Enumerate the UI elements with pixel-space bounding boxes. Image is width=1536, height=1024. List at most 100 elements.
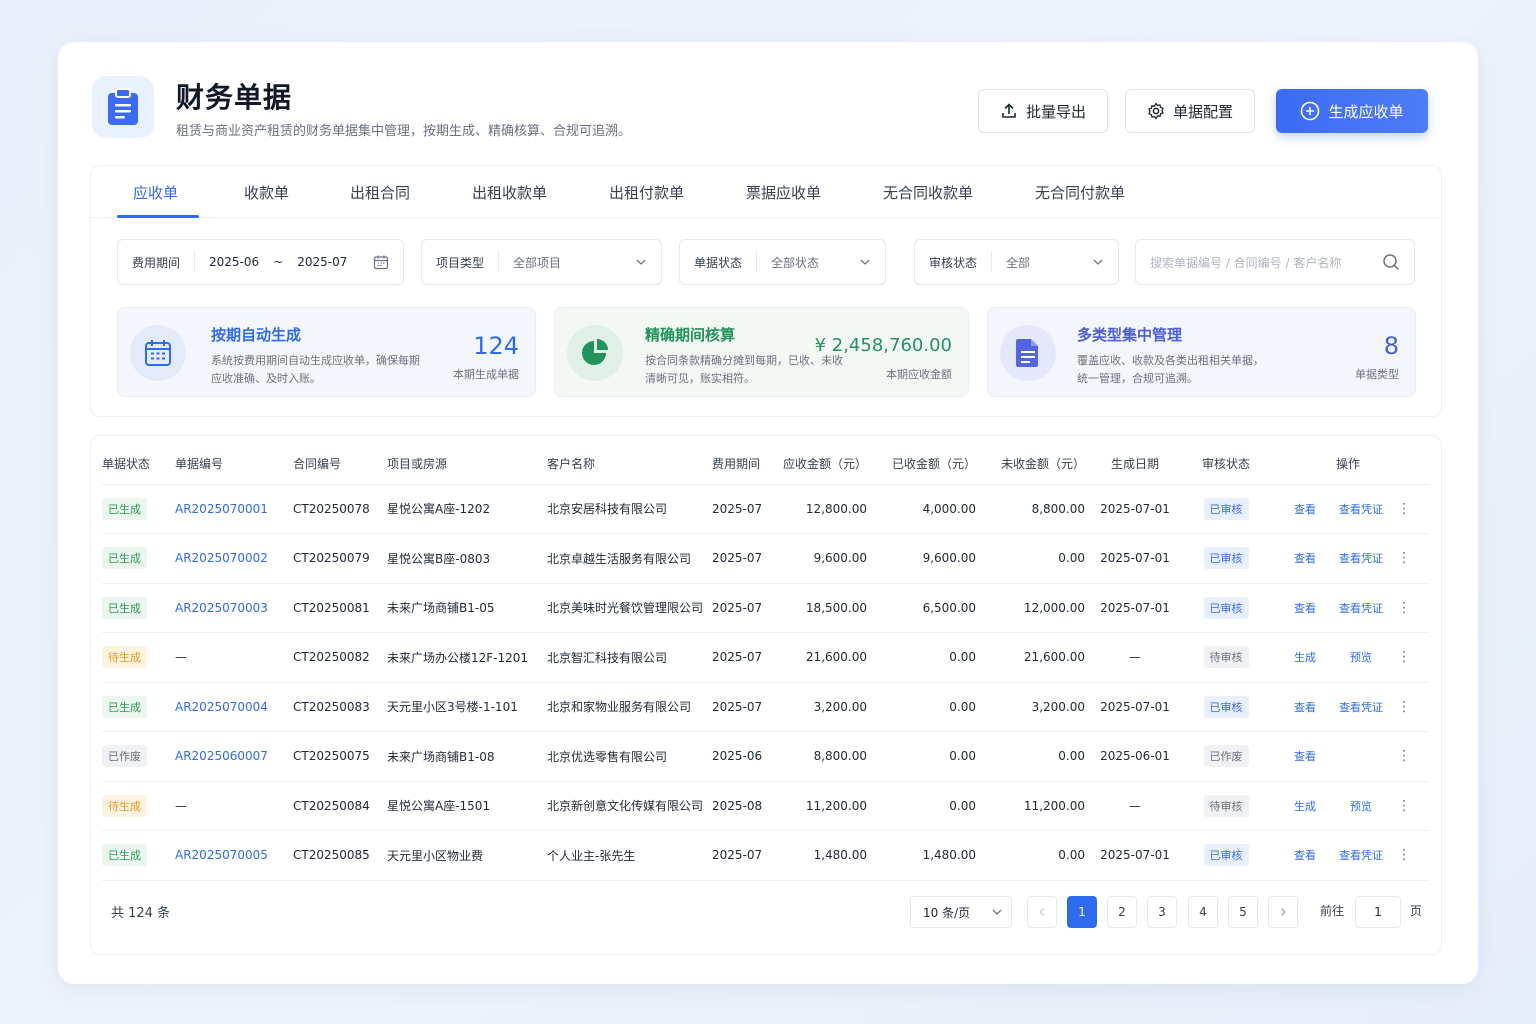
document-config-button[interactable]: 单据配置: [1125, 89, 1255, 133]
stat-desc-line: 覆盖应收、收款及各类出租相关单据，: [1077, 354, 1264, 367]
col-header: 项目或房源: [387, 444, 547, 485]
page-title: 财务单据: [176, 81, 293, 114]
stat-title: 精确期间核算: [645, 326, 736, 344]
project-type-select[interactable]: 项目类型 全部项目: [421, 239, 662, 285]
action-primary[interactable]: 查看: [1277, 600, 1333, 616]
receivable-table: 单据状态 单据编号 合同编号 项目或房源 客户名称 费用期间 应收金额（元） 已…: [102, 444, 1429, 881]
period-start[interactable]: 2025-06: [195, 255, 259, 269]
tab-lease-payment[interactable]: 出租付款单: [609, 182, 684, 203]
page-button[interactable]: 5: [1228, 896, 1258, 928]
action-secondary[interactable]: 查看凭证: [1333, 699, 1389, 715]
search-input[interactable]: 搜索单据编号 / 合同编号 / 客户名称: [1135, 239, 1415, 285]
more-options-icon[interactable]: ⋮: [1389, 699, 1419, 715]
document-number[interactable]: AR2025070003: [175, 601, 268, 615]
tab-no-contract-receipt[interactable]: 无合同收款单: [883, 182, 973, 203]
audit-status-value: 全部: [1006, 255, 1031, 270]
table-row[interactable]: 已生成 AR2025070003 CT20250081 未来广场商铺B1-05 北京美味…: [102, 583, 1429, 633]
action-primary[interactable]: 查看: [1277, 847, 1333, 863]
row-actions: 生成 预览 ⋮: [1267, 781, 1429, 831]
tab-lease-receipt[interactable]: 出租收款单: [472, 182, 547, 203]
action-primary[interactable]: 查看: [1277, 699, 1333, 715]
page-button[interactable]: 1: [1067, 896, 1097, 928]
tab-lease-contract[interactable]: 出租合同: [350, 182, 410, 203]
more-options-icon[interactable]: ⋮: [1389, 550, 1419, 566]
stat-desc: 系统按费用期间自动生成应收单，确保每期 应收准确、及时入账。: [211, 352, 420, 388]
table-row[interactable]: 已生成 AR2025070001 CT20250078 星悦公寓A座-1202 北京安居…: [102, 484, 1429, 534]
prev-page-button[interactable]: [1027, 896, 1057, 928]
contract-number: CT20250083: [293, 682, 387, 732]
page-size-select[interactable]: 10 条/页: [910, 896, 1012, 928]
search-icon[interactable]: [1382, 253, 1400, 271]
amount-unpaid: 12,000.00: [976, 583, 1085, 633]
tab-bar: 应收单 收款单 出租合同 出租收款单 出租付款单 票据应收单 无合同收款单 无合…: [91, 166, 1441, 218]
amount-unpaid: 0.00: [976, 731, 1085, 782]
action-secondary[interactable]: 查看凭证: [1333, 847, 1389, 863]
table-row[interactable]: 待生成 — CT20250082 未来广场办公楼12F-1201 北京智汇科技有限公司 2…: [102, 632, 1429, 683]
table-row[interactable]: 待生成 — CT20250084 星悦公寓A座-1501 北京新创意文化传媒有限公司 20…: [102, 781, 1429, 831]
tab-receipt[interactable]: 收款单: [244, 182, 289, 203]
table-row[interactable]: 已作废 AR2025060007 CT20250075 未来广场商铺B1-08 北京优选…: [102, 731, 1429, 782]
action-secondary[interactable]: 查看凭证: [1333, 550, 1389, 566]
fee-period: 2025-08: [712, 781, 780, 831]
more-options-icon[interactable]: ⋮: [1389, 748, 1419, 764]
more-options-icon[interactable]: ⋮: [1389, 847, 1419, 863]
action-primary[interactable]: 查看: [1277, 748, 1333, 764]
table-row[interactable]: 已生成 AR2025070004 CT20250083 天元里小区3号楼-1-101 北…: [102, 682, 1429, 732]
amount-received: 6,500.00: [867, 583, 976, 633]
document-number[interactable]: AR2025070004: [175, 700, 268, 714]
document-number[interactable]: AR2025060007: [175, 749, 268, 763]
action-primary[interactable]: 生成: [1277, 798, 1333, 814]
status-badge: 已生成: [102, 596, 147, 619]
col-header: 生成日期: [1085, 444, 1185, 485]
calendar-icon[interactable]: [373, 254, 389, 270]
col-header: 已收金额（元）: [867, 444, 976, 485]
action-primary[interactable]: 查看: [1277, 550, 1333, 566]
chevron-left-icon: [1039, 908, 1044, 916]
project-name: 星悦公寓A座-1202: [387, 484, 547, 534]
create-receivable-button[interactable]: 生成应收单: [1276, 89, 1428, 133]
contract-number: CT20250085: [293, 830, 387, 881]
col-header: 操作: [1267, 444, 1429, 485]
document-status-label: 单据状态: [680, 251, 758, 273]
tab-receivable[interactable]: 应收单: [133, 182, 178, 203]
period-filter[interactable]: 费用期间 2025-06 ~ 2025-07: [117, 239, 404, 285]
action-primary[interactable]: 查看: [1277, 501, 1333, 517]
audit-badge: 已作废: [1203, 745, 1249, 768]
stat-desc: 覆盖应收、收款及各类出租相关单据， 统一管理，合规可追溯。: [1077, 352, 1264, 388]
document-number[interactable]: AR2025070001: [175, 502, 268, 516]
project-type-label: 项目类型: [422, 251, 500, 273]
tab-bill-receivable[interactable]: 票据应收单: [746, 182, 821, 203]
more-options-icon[interactable]: ⋮: [1389, 600, 1419, 616]
document-number[interactable]: AR2025070002: [175, 551, 268, 565]
action-primary[interactable]: 生成: [1277, 649, 1333, 665]
action-secondary[interactable]: 查看凭证: [1333, 501, 1389, 517]
more-options-icon[interactable]: ⋮: [1389, 798, 1419, 814]
more-options-icon[interactable]: ⋮: [1389, 649, 1419, 665]
stat-value: 8: [1383, 332, 1399, 360]
table-row[interactable]: 已生成 AR2025070005 CT20250085 天元里小区物业费 个人业主-张先…: [102, 830, 1429, 881]
next-page-button[interactable]: [1268, 896, 1298, 928]
document-number[interactable]: AR2025070005: [175, 848, 268, 862]
main-card: 财务单据 租赁与商业资产租赁的财务单据集中管理，按期生成、精确核算、合规可追溯。…: [58, 42, 1478, 984]
page-button[interactable]: 4: [1188, 896, 1218, 928]
audit-badge: 待审核: [1203, 794, 1249, 817]
period-end[interactable]: 2025-07: [297, 255, 373, 269]
generated-date: 2025-06-01: [1085, 731, 1185, 782]
page-button[interactable]: 2: [1107, 896, 1137, 928]
more-options-icon[interactable]: ⋮: [1389, 501, 1419, 517]
action-secondary[interactable]: 查看凭证: [1333, 600, 1389, 616]
page-button[interactable]: 3: [1147, 896, 1177, 928]
stat-desc-line: 应收准确、及时入账。: [211, 372, 321, 385]
chevron-right-icon: [1281, 908, 1286, 916]
audit-status-select[interactable]: 审核状态 全部: [914, 239, 1119, 285]
row-actions: 查看 查看凭证 ⋮: [1267, 583, 1429, 633]
action-secondary[interactable]: 预览: [1333, 649, 1389, 665]
period-filter-label: 费用期间: [118, 251, 196, 273]
project-name: 天元里小区物业费: [387, 830, 547, 881]
action-secondary[interactable]: 预览: [1333, 798, 1389, 814]
table-row[interactable]: 已生成 AR2025070002 CT20250079 星悦公寓B座-0803 北京卓越…: [102, 533, 1429, 584]
goto-page-input[interactable]: 1: [1355, 896, 1401, 928]
tab-no-contract-payment[interactable]: 无合同付款单: [1035, 182, 1125, 203]
document-status-select[interactable]: 单据状态 全部状态: [679, 239, 886, 285]
batch-export-button[interactable]: 批量导出: [978, 89, 1108, 133]
